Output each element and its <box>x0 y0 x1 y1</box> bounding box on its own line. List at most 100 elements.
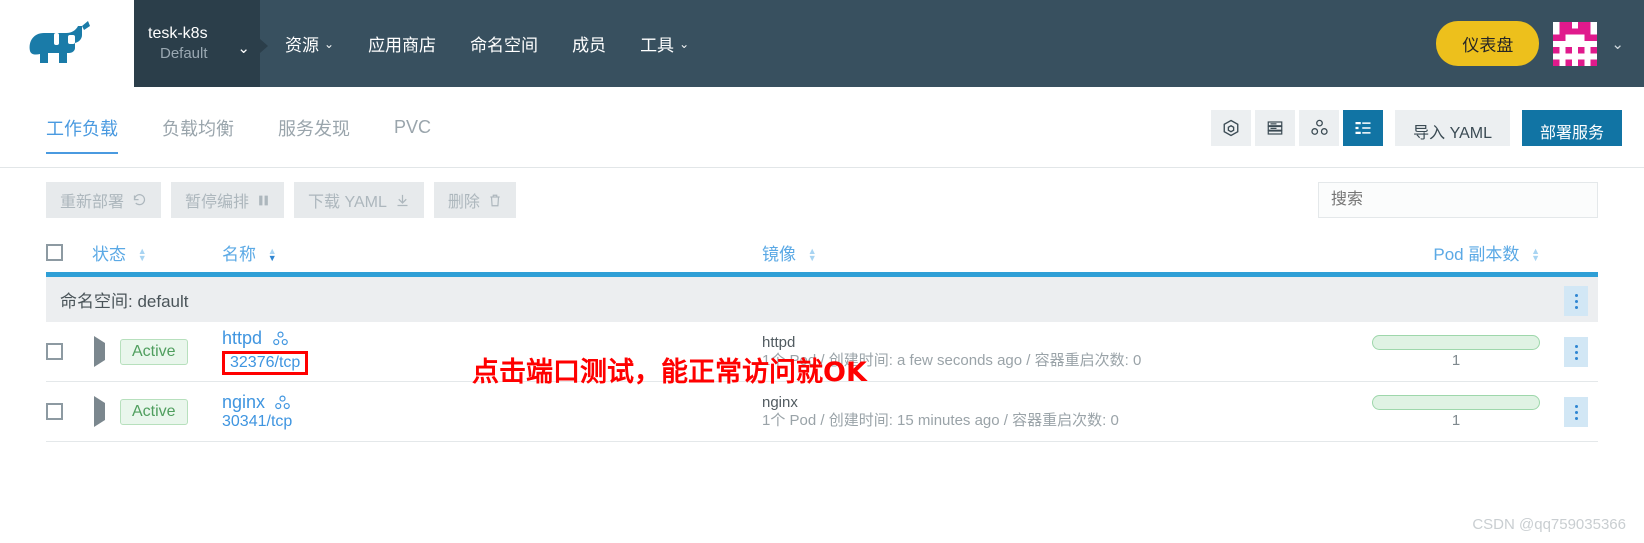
sort-icon: ▲ ▼ <box>807 246 817 264</box>
top-header: tesk-k8s Default ⌄ 资源 ⌄ 应用商店 命名空间 成员 工具 … <box>0 0 1644 87</box>
image-meta: 1个 Pod / 创建时间: 15 minutes ago / 容器重启次数: … <box>762 411 1119 429</box>
server-stack-icon[interactable] <box>1255 109 1296 146</box>
tab-pvc[interactable]: PVC <box>372 87 453 168</box>
download-icon <box>397 194 408 206</box>
row-state-cell: Active <box>120 338 222 365</box>
app-root: tesk-k8s Default ⌄ 资源 ⌄ 应用商店 命名空间 成员 工具 … <box>0 0 1644 543</box>
column-state-label: 状态 <box>92 244 126 264</box>
download-yaml-button[interactable]: 下载 YAML <box>294 182 424 218</box>
workload-name-link[interactable]: nginx <box>222 392 265 412</box>
tab-load-balancing[interactable]: 负载均衡 <box>140 87 256 168</box>
nav-item-tools[interactable]: 工具 ⌄ <box>623 31 706 56</box>
image-name: nginx <box>762 393 798 411</box>
cube-icon[interactable] <box>1211 109 1252 146</box>
sort-icon: ▲ ▼ <box>1531 246 1540 264</box>
pod-scale-bar <box>1372 394 1540 410</box>
workloads-table: 状态 ▲ ▼ 名称 ▲ ▼ 镜像 ▲ ▼ Pod 副本数 ▲ ▼ 命名空间: defau… <box>46 232 1598 442</box>
column-state[interactable]: 状态 ▲ ▼ <box>92 240 222 265</box>
chevron-down-icon: ⌄ <box>679 36 690 51</box>
table-header-row: 状态 ▲ ▼ 名称 ▲ ▼ 镜像 ▲ ▼ Pod 副本数 ▲ ▼ <box>46 232 1598 274</box>
rancher-cow-logo-icon <box>29 20 90 63</box>
list-view-icon[interactable] <box>1343 109 1384 146</box>
secondary-tabbar: 工作负载 负载均衡 服务发现 PVC 导入 YAML 部署服务 <box>0 87 1644 168</box>
table-row[interactable]: Active nginx 30341/tcp nginx 1个 Pod / 创建… <box>46 382 1598 442</box>
nav-label: 命名空间 <box>470 36 539 55</box>
redeploy-button[interactable]: 重新部署 <box>46 182 162 218</box>
column-name-label: 名称 <box>222 244 256 264</box>
port-highlight-box: 32376/tcp <box>222 351 309 375</box>
bulk-action-group: 重新部署 暂停编排 下载 YAML 删除 <box>46 182 516 218</box>
breadcrumb-arrow-icon <box>260 39 268 53</box>
column-image[interactable]: 镜像 ▲ ▼ <box>762 240 1302 265</box>
row-expand-cell[interactable] <box>92 335 120 367</box>
tab-list: 工作负载 负载均衡 服务发现 PVC <box>46 87 453 168</box>
bulk-action-bar: 重新部署 暂停编排 下载 YAML 删除 <box>0 168 1644 232</box>
search-input[interactable] <box>1318 182 1598 218</box>
import-yaml-button[interactable]: 导入 YAML <box>1395 109 1510 146</box>
deploy-service-button[interactable]: 部署服务 <box>1521 109 1622 146</box>
chevron-down-icon[interactable]: ⌄ <box>1611 35 1624 53</box>
trash-icon <box>490 194 500 206</box>
port-wrapper: 30341/tcp <box>222 413 762 431</box>
column-image-label: 镜像 <box>762 244 796 264</box>
row-select-cell <box>46 343 92 360</box>
workload-port-link[interactable]: 32376/tcp <box>230 354 300 372</box>
row-expand-cell[interactable] <box>92 395 120 427</box>
pause-orchestration-button[interactable]: 暂停编排 <box>171 182 285 218</box>
rancher-cow-logo[interactable] <box>0 0 134 87</box>
cluster-nodes-icon[interactable] <box>274 394 291 411</box>
redeploy-label: 重新部署 <box>60 194 125 211</box>
tabbar-actions: 导入 YAML 部署服务 <box>1211 87 1622 168</box>
watermark: CSDN @qq759035366 <box>1472 516 1626 533</box>
group-kebab-menu-icon[interactable] <box>1564 286 1588 316</box>
column-pod-scale[interactable]: Pod 副本数 ▲ ▼ <box>1302 240 1598 265</box>
row-name-cell: nginx 30341/tcp <box>222 392 762 431</box>
nav-item-namespace[interactable]: 命名空间 <box>453 31 555 56</box>
delete-button[interactable]: 删除 <box>433 182 516 218</box>
dashboard-button[interactable]: 仪表盘 <box>1436 21 1540 66</box>
namespace-group-row: 命名空间: default <box>46 274 1598 322</box>
select-all-cell <box>46 243 92 261</box>
row-image-cell: nginx 1个 Pod / 创建时间: 15 minutes ago / 容器… <box>762 394 1302 430</box>
nav-item-app-store[interactable]: 应用商店 <box>351 31 453 56</box>
row-pod-cell: 1 <box>1302 394 1598 429</box>
pause-label: 暂停编排 <box>185 194 250 211</box>
nav-label: 应用商店 <box>368 36 437 55</box>
sort-icon: ▲ ▼ <box>137 246 147 264</box>
row-state-cell: Active <box>120 398 222 425</box>
pause-icon <box>259 195 268 205</box>
chevron-down-icon: ⌄ <box>237 39 250 57</box>
pod-count: 1 <box>1451 411 1461 429</box>
row-checkbox[interactable] <box>46 343 63 360</box>
expand-triangle-icon <box>94 335 105 367</box>
row-select-cell <box>46 403 92 420</box>
namespace-group-label: 命名空间: default <box>60 292 189 311</box>
nav-item-resources[interactable]: 资源 ⌄ <box>268 31 351 56</box>
red-annotation-text: 点击端口测试，能正常访问就OK <box>472 357 867 388</box>
workload-port-link[interactable]: 30341/tcp <box>222 413 292 431</box>
row-pod-cell: 1 <box>1302 334 1598 369</box>
tab-workloads[interactable]: 工作负载 <box>46 87 140 168</box>
project-selector[interactable]: tesk-k8s Default ⌄ <box>134 0 260 87</box>
cluster-nodes-icon[interactable] <box>272 330 289 347</box>
redeploy-icon <box>133 193 146 205</box>
nav-item-members[interactable]: 成员 <box>555 31 623 56</box>
expand-triangle-icon <box>94 395 105 427</box>
row-checkbox[interactable] <box>46 403 63 420</box>
pod-scale-bar <box>1372 334 1540 350</box>
download-label: 下载 YAML <box>308 194 387 211</box>
nav-label: 工具 <box>640 36 675 55</box>
cluster-nodes-icon[interactable] <box>1299 109 1340 146</box>
row-kebab-menu-icon[interactable] <box>1564 397 1588 427</box>
tab-service-discovery[interactable]: 服务发现 <box>256 87 372 168</box>
row-kebab-menu-icon[interactable] <box>1564 337 1588 367</box>
workload-name-link[interactable]: httpd <box>222 328 262 348</box>
main-nav: 资源 ⌄ 应用商店 命名空间 成员 工具 ⌄ <box>268 0 706 87</box>
nav-label: 资源 <box>285 36 319 55</box>
column-name[interactable]: 名称 ▲ ▼ <box>222 240 762 265</box>
select-all-checkbox[interactable] <box>46 243 63 261</box>
chevron-down-icon: ⌄ <box>324 36 335 51</box>
status-badge: Active <box>120 338 188 365</box>
user-identicon-avatar-icon <box>1553 21 1598 66</box>
avatar[interactable] <box>1553 21 1598 66</box>
